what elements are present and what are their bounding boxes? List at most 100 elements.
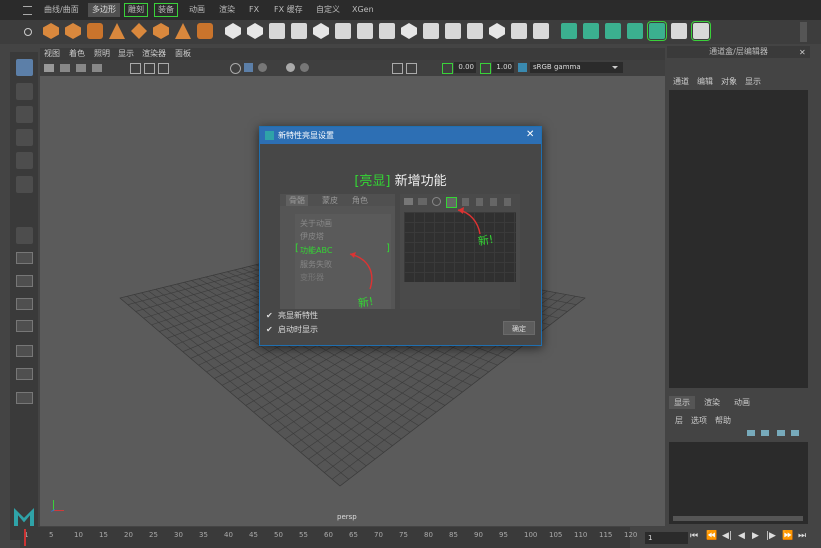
disc-icon[interactable] xyxy=(175,23,191,39)
cone-icon[interactable] xyxy=(109,23,125,39)
layer-move-down-icon[interactable] xyxy=(761,430,769,436)
exposure-field[interactable]: 0.00 xyxy=(454,62,476,73)
fill-hole-icon[interactable] xyxy=(423,23,439,39)
menu-object[interactable]: 对象 xyxy=(721,76,737,87)
plane-icon[interactable] xyxy=(153,23,169,39)
merge-icon[interactable] xyxy=(467,23,483,39)
menu-options[interactable]: 选项 xyxy=(691,415,707,426)
current-time-marker[interactable] xyxy=(24,529,26,546)
grid-toggle-icon[interactable] xyxy=(130,63,141,74)
new-layer-selected-icon[interactable] xyxy=(791,430,799,436)
tab-xgen[interactable]: XGen xyxy=(348,3,378,17)
more-layouts-icon[interactable] xyxy=(16,392,33,404)
textured-icon[interactable] xyxy=(258,63,267,72)
sphere-icon[interactable] xyxy=(43,23,59,39)
pipe-icon[interactable] xyxy=(197,23,213,39)
menu-renderer[interactable]: 渲染器 xyxy=(142,48,166,60)
paint-select-icon[interactable] xyxy=(16,106,33,123)
rotate-tool-icon[interactable] xyxy=(16,152,33,169)
shadows-icon[interactable] xyxy=(300,63,309,72)
append-icon[interactable] xyxy=(445,23,461,39)
channel-list[interactable] xyxy=(669,90,808,388)
boolean-icon[interactable] xyxy=(291,23,307,39)
smooth-shade-icon[interactable] xyxy=(244,63,253,72)
play-forwards-icon[interactable]: ▶ xyxy=(752,531,759,541)
isolate-icon[interactable] xyxy=(392,63,403,74)
uv-editor-icon[interactable] xyxy=(671,23,687,39)
torus-icon[interactable] xyxy=(131,23,147,39)
tab-fx[interactable]: FX xyxy=(245,3,263,17)
menu-edit[interactable]: 编辑 xyxy=(697,76,713,87)
layer-scrollbar[interactable] xyxy=(673,516,803,521)
single-view-icon[interactable] xyxy=(16,227,33,244)
tab-custom[interactable]: 自定义 xyxy=(312,3,344,17)
bridge-icon[interactable] xyxy=(335,23,351,39)
cylinder-icon[interactable] xyxy=(87,23,103,39)
uv-layout-icon[interactable] xyxy=(691,21,711,41)
combine-icon[interactable] xyxy=(225,23,241,39)
dialog-close-icon[interactable]: ✕ xyxy=(526,129,534,140)
menu-help[interactable]: 帮助 xyxy=(715,415,731,426)
tab-rigging[interactable]: 装备 xyxy=(154,3,178,17)
layer-list[interactable] xyxy=(669,442,808,524)
smooth-icon[interactable] xyxy=(269,23,285,39)
tab-render-layers[interactable]: 渲染 xyxy=(699,396,725,409)
target-weld-icon[interactable] xyxy=(511,23,527,39)
camera-attr-icon[interactable] xyxy=(60,64,70,72)
tab-sculpt[interactable]: 雕刻 xyxy=(124,3,148,17)
step-forward-frame-icon[interactable]: |▶ xyxy=(766,531,776,541)
quad-draw-icon[interactable] xyxy=(533,23,549,39)
film-gate-icon[interactable] xyxy=(144,63,155,74)
lights-icon[interactable] xyxy=(286,63,295,72)
scale-tool-icon[interactable] xyxy=(16,176,33,193)
step-back-frame-icon[interactable]: ◀| xyxy=(722,531,732,541)
mirror-icon[interactable] xyxy=(313,23,329,39)
xray-icon[interactable] xyxy=(406,63,417,74)
panel-close-icon[interactable]: ✕ xyxy=(799,48,806,57)
color-space-dropdown[interactable]: sRGB gamma xyxy=(530,62,623,73)
shelf-gear-icon[interactable] xyxy=(24,28,32,36)
menu-show[interactable]: 显示 xyxy=(118,48,134,60)
tab-rendering[interactable]: 渲染 xyxy=(215,3,239,17)
play-backwards-icon[interactable]: ◀ xyxy=(738,531,745,541)
layout-d-icon[interactable] xyxy=(16,368,33,380)
four-view-icon[interactable] xyxy=(16,252,33,264)
uv-auto-icon[interactable] xyxy=(647,21,667,41)
layout-b-icon[interactable] xyxy=(16,320,33,332)
tab-animation[interactable]: 动画 xyxy=(185,3,209,17)
gamma-field[interactable]: 1.00 xyxy=(492,62,514,73)
new-layer-icon[interactable] xyxy=(777,430,785,436)
step-forward-key-icon[interactable]: ⏩ xyxy=(782,531,793,541)
color-management-icon[interactable] xyxy=(518,63,527,72)
image-plane-icon[interactable] xyxy=(92,64,102,72)
menu-display[interactable]: 显示 xyxy=(745,76,761,87)
cube-icon[interactable] xyxy=(65,23,81,39)
bookmark-icon[interactable] xyxy=(76,64,86,72)
menu-layers[interactable]: 层 xyxy=(675,415,683,426)
separate-icon[interactable] xyxy=(247,23,263,39)
uv-spherical-icon[interactable] xyxy=(627,23,643,39)
move-tool-icon[interactable] xyxy=(16,129,33,146)
current-frame-field[interactable]: 1 xyxy=(645,532,688,544)
step-back-key-icon[interactable]: ⏪ xyxy=(706,531,717,541)
menu-panels[interactable]: 面板 xyxy=(175,48,191,60)
camera-icon[interactable] xyxy=(44,64,54,72)
highlight-checkbox-icon[interactable]: ✔ xyxy=(266,312,274,320)
tab-fx-cache[interactable]: FX 缓存 xyxy=(270,3,307,17)
gamma-icon[interactable] xyxy=(480,63,491,74)
uv-planar-icon[interactable] xyxy=(583,23,599,39)
time-slider[interactable]: 1 5 10 15 20 25 30 35 40 45 50 55 60 65 70 75 80 85 90 95 10… xyxy=(20,527,637,548)
startup-checkbox-icon[interactable]: ✔ xyxy=(266,326,274,334)
lasso-tool-icon[interactable] xyxy=(16,83,33,100)
layout-a-icon[interactable] xyxy=(16,298,33,310)
tab-polygons[interactable]: 多边形 xyxy=(88,3,120,17)
tab-anim-layers[interactable]: 动画 xyxy=(729,396,755,409)
shelf-scroll[interactable] xyxy=(800,22,807,42)
side-by-side-icon[interactable] xyxy=(16,275,33,287)
menu-view[interactable]: 视图 xyxy=(44,48,60,60)
uv-icon[interactable] xyxy=(561,23,577,39)
bevel-icon[interactable] xyxy=(401,23,417,39)
exposure-icon[interactable] xyxy=(442,63,453,74)
layout-c-icon[interactable] xyxy=(16,345,33,357)
shelf-menu-icon[interactable] xyxy=(23,6,32,15)
